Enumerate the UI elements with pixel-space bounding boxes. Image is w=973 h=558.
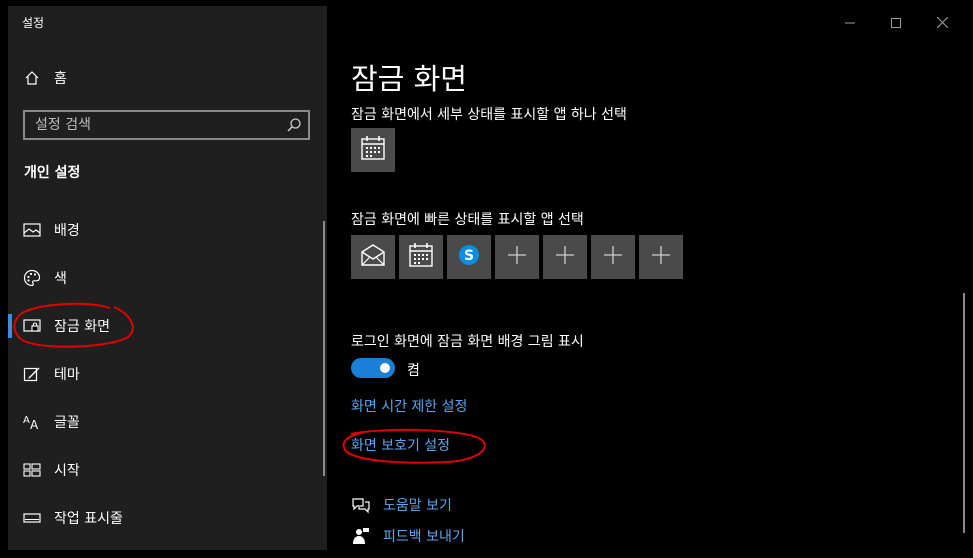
- selected-indicator: [8, 314, 12, 338]
- sidebar-item-lock-screen[interactable]: 잠금 화면: [8, 302, 327, 350]
- sidebar-item-start[interactable]: 시작: [8, 446, 327, 494]
- detailed-status-label: 잠금 화면에서 세부 상태를 표시할 앱 하나 선택: [351, 107, 627, 123]
- caption-buttons: [827, 6, 965, 38]
- font-icon: AA: [22, 412, 42, 432]
- minimize-button[interactable]: [827, 6, 873, 38]
- svg-text:A: A: [30, 418, 39, 430]
- start-menu-icon: [22, 460, 42, 480]
- search-icon: [286, 117, 302, 133]
- maximize-button[interactable]: [873, 6, 919, 38]
- plus-icon: [652, 246, 670, 268]
- palette-icon: [22, 268, 42, 288]
- quick-status-add-slot[interactable]: [543, 235, 587, 279]
- lock-screen-icon: [22, 316, 42, 336]
- sidebar-item-label: 글꼴: [54, 415, 80, 431]
- signin-background-label: 로그인 화면에 잠금 화면 배경 그림 표시: [351, 334, 584, 350]
- quick-status-tile-mail[interactable]: [351, 235, 395, 279]
- plus-icon: [604, 246, 622, 268]
- search-box[interactable]: [23, 110, 310, 140]
- calendar-icon: [360, 135, 386, 165]
- quick-status-add-slot[interactable]: [591, 235, 635, 279]
- sidebar-item-fonts[interactable]: AA 글꼴: [8, 398, 327, 446]
- plus-icon: [508, 246, 526, 268]
- sidebar-item-label: 작업 표시줄: [54, 511, 123, 527]
- calendar-icon: [408, 242, 434, 272]
- sidebar-home-label: 홈: [54, 71, 67, 87]
- skype-icon: S: [457, 243, 481, 271]
- quick-status-tile-calendar[interactable]: [399, 235, 443, 279]
- sidebar: 설정 홈 개인 설정 배경 색: [8, 6, 327, 550]
- sidebar-item-label: 잠금 화면: [54, 319, 110, 335]
- mail-icon: [360, 243, 386, 271]
- quick-status-label: 잠금 화면에 빠른 상태를 표시할 앱 선택: [351, 212, 584, 228]
- plus-icon: [556, 246, 574, 268]
- page-title: 잠금 화면: [351, 62, 467, 96]
- sidebar-item-background[interactable]: 배경: [8, 206, 327, 254]
- app-title: 설정: [22, 16, 45, 30]
- sidebar-scrollbar[interactable]: [323, 221, 325, 476]
- close-icon: [936, 13, 948, 32]
- taskbar-icon: [22, 508, 42, 528]
- help-chat-icon: [351, 495, 371, 515]
- svg-text:A: A: [23, 415, 30, 426]
- main-content: 잠금 화면 잠금 화면에서 세부 상태를 표시할 앱 하나 선택 잠금 화면에 …: [327, 6, 965, 550]
- quick-status-tile-skype[interactable]: S: [447, 235, 491, 279]
- get-help-label: 도움말 보기: [383, 498, 452, 514]
- give-feedback-link[interactable]: 피드백 보내기: [351, 525, 465, 547]
- picture-icon: [22, 220, 42, 240]
- home-icon: [22, 68, 42, 88]
- signin-background-toggle[interactable]: [351, 358, 395, 378]
- maximize-icon: [891, 13, 901, 32]
- sidebar-item-label: 테마: [54, 367, 80, 383]
- toggle-knob: [380, 363, 390, 373]
- minimize-icon: [845, 13, 855, 32]
- sidebar-item-label: 배경: [54, 223, 80, 239]
- screensaver-settings-link[interactable]: 화면 보호기 설정: [351, 435, 450, 455]
- screen-timeout-settings-link[interactable]: 화면 시간 제한 설정: [351, 396, 467, 416]
- section-title: 개인 설정: [24, 165, 81, 181]
- get-help-link[interactable]: 도움말 보기: [351, 494, 452, 516]
- quick-status-add-slot[interactable]: [639, 235, 683, 279]
- sidebar-item-label: 시작: [54, 463, 80, 479]
- sidebar-item-taskbar[interactable]: 작업 표시줄: [8, 494, 327, 542]
- settings-window: 설정 홈 개인 설정 배경 색: [8, 6, 965, 550]
- svg-text:S: S: [464, 248, 474, 264]
- content-scrollbar[interactable]: [963, 293, 965, 533]
- quick-status-add-slot[interactable]: [495, 235, 539, 279]
- toggle-state-label: 켬: [407, 363, 420, 379]
- close-button[interactable]: [919, 6, 965, 38]
- sidebar-item-label: 색: [54, 271, 67, 287]
- search-input[interactable]: [35, 115, 275, 135]
- sidebar-home[interactable]: 홈: [22, 68, 67, 88]
- sidebar-item-themes[interactable]: 테마: [8, 350, 327, 398]
- feedback-person-icon: [351, 526, 371, 546]
- give-feedback-label: 피드백 보내기: [383, 529, 465, 545]
- sidebar-item-colors[interactable]: 색: [8, 254, 327, 302]
- theme-brush-icon: [22, 364, 42, 384]
- detailed-status-app-tile[interactable]: [351, 128, 395, 172]
